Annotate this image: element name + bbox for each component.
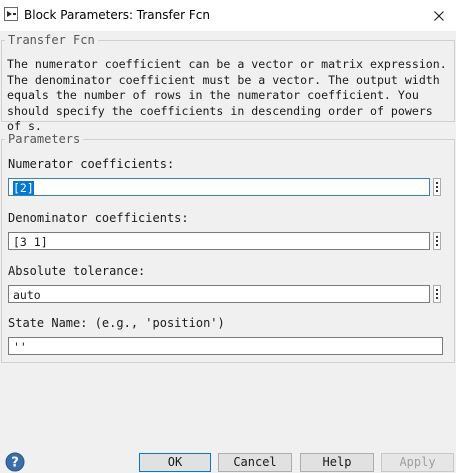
title-bar: Block Parameters: Transfer Fcn	[0, 0, 456, 31]
dot-icon	[436, 244, 438, 246]
ok-button[interactable]: OK	[139, 453, 211, 472]
state-name-field[interactable]: ''	[8, 337, 443, 355]
dot-icon	[436, 236, 438, 238]
dot-icon	[436, 186, 438, 188]
numerator-value: [2]	[13, 181, 34, 195]
denominator-field[interactable]: [3 1]	[8, 232, 430, 250]
abs-tol-options-button[interactable]	[433, 285, 441, 303]
state-name-value: ''	[13, 340, 27, 354]
simulink-block-icon	[4, 7, 18, 21]
block-description-legend: Transfer Fcn	[5, 33, 98, 47]
apply-button[interactable]: Apply	[381, 453, 454, 472]
abs-tol-field[interactable]: auto	[8, 285, 430, 303]
help-button[interactable]: Help	[300, 453, 374, 472]
dot-icon	[436, 289, 438, 291]
dot-icon	[436, 182, 438, 184]
svg-text:?: ?	[11, 456, 19, 471]
abs-tol-label: Absolute tolerance:	[8, 264, 146, 278]
numerator-field[interactable]: [2]	[8, 178, 430, 196]
help-icon[interactable]: ?	[5, 452, 25, 472]
numerator-label: Numerator coefficients:	[8, 157, 175, 171]
dot-icon	[436, 297, 438, 299]
numerator-options-button[interactable]	[433, 178, 441, 196]
dot-icon	[436, 240, 438, 242]
state-name-label: State Name: (e.g., 'position')	[8, 316, 225, 330]
dot-icon	[436, 293, 438, 295]
cancel-button[interactable]: Cancel	[218, 453, 292, 472]
abs-tol-value: auto	[13, 288, 41, 302]
block-description-text: The numerator coefficient can be a vecto…	[7, 57, 447, 133]
denominator-options-button[interactable]	[433, 232, 441, 250]
dot-icon	[436, 190, 438, 192]
denominator-value: [3 1]	[13, 235, 48, 249]
denominator-label: Denominator coefficients:	[8, 211, 189, 225]
close-icon	[434, 10, 444, 21]
parameters-legend: Parameters	[5, 132, 84, 146]
window-title: Block Parameters: Transfer Fcn	[24, 8, 210, 22]
close-button[interactable]	[422, 0, 456, 31]
